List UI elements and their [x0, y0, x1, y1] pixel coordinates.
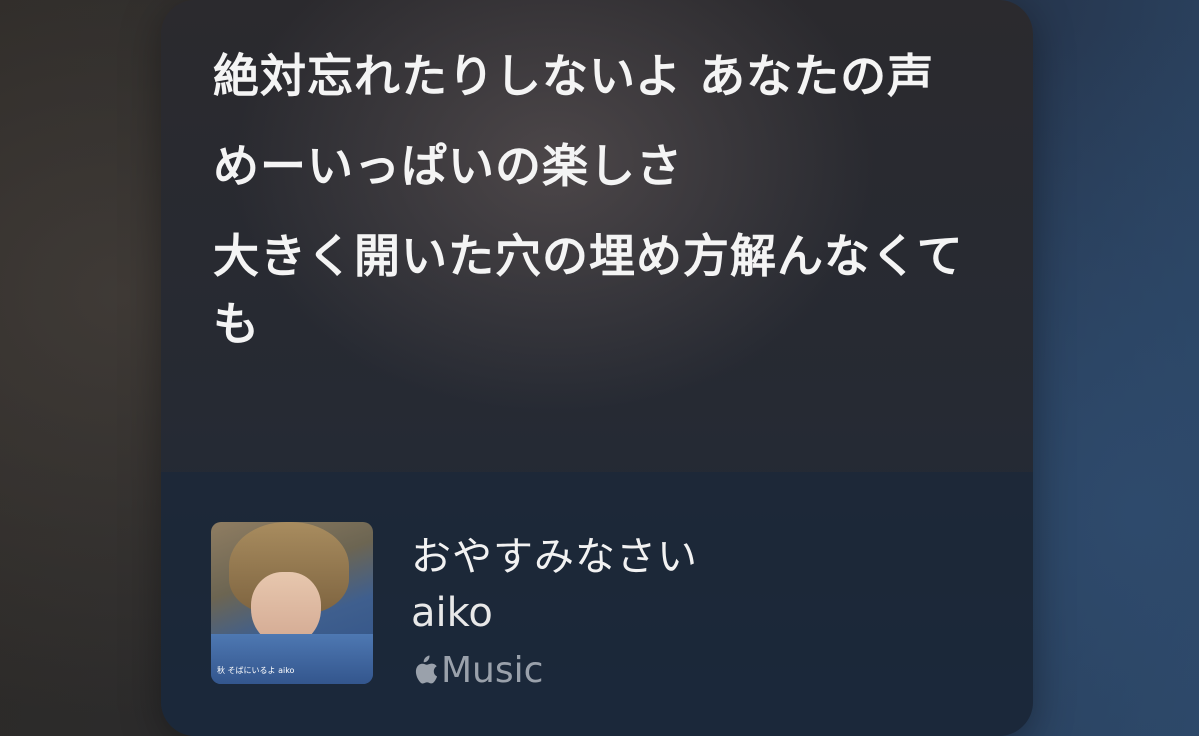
track-title[interactable]: おやすみなさい: [411, 524, 698, 582]
artwork-caption: 秋 そばにいるよ aiko: [217, 666, 295, 675]
artwork-jacket-shape: [211, 634, 373, 684]
lyrics-share-card: 絶対忘れたりしないよ あなたの声 めーいっぱいの楽しさ 大きく開いた穴の埋め方解…: [161, 0, 1033, 736]
track-artist[interactable]: aiko: [411, 590, 493, 636]
lyrics-block: 絶対忘れたりしないよ あなたの声 めーいっぱいの楽しさ 大きく開いた穴の埋め方解…: [213, 42, 1003, 380]
album-artwork[interactable]: 秋 そばにいるよ aiko: [211, 522, 373, 684]
service-name: Music: [441, 649, 544, 691]
apple-logo-icon: [415, 655, 438, 684]
now-playing-bar[interactable]: 秋 そばにいるよ aiko おやすみなさい aiko Music: [161, 472, 1033, 736]
lyric-line-2: めーいっぱいの楽しさ: [213, 139, 683, 193]
lyric-line-1: 絶対忘れたりしないよ あなたの声: [213, 49, 935, 103]
lyric-line-3: 大きく開いた穴の埋め方解んなくても: [213, 229, 964, 351]
music-service-label: Music: [409, 648, 543, 692]
